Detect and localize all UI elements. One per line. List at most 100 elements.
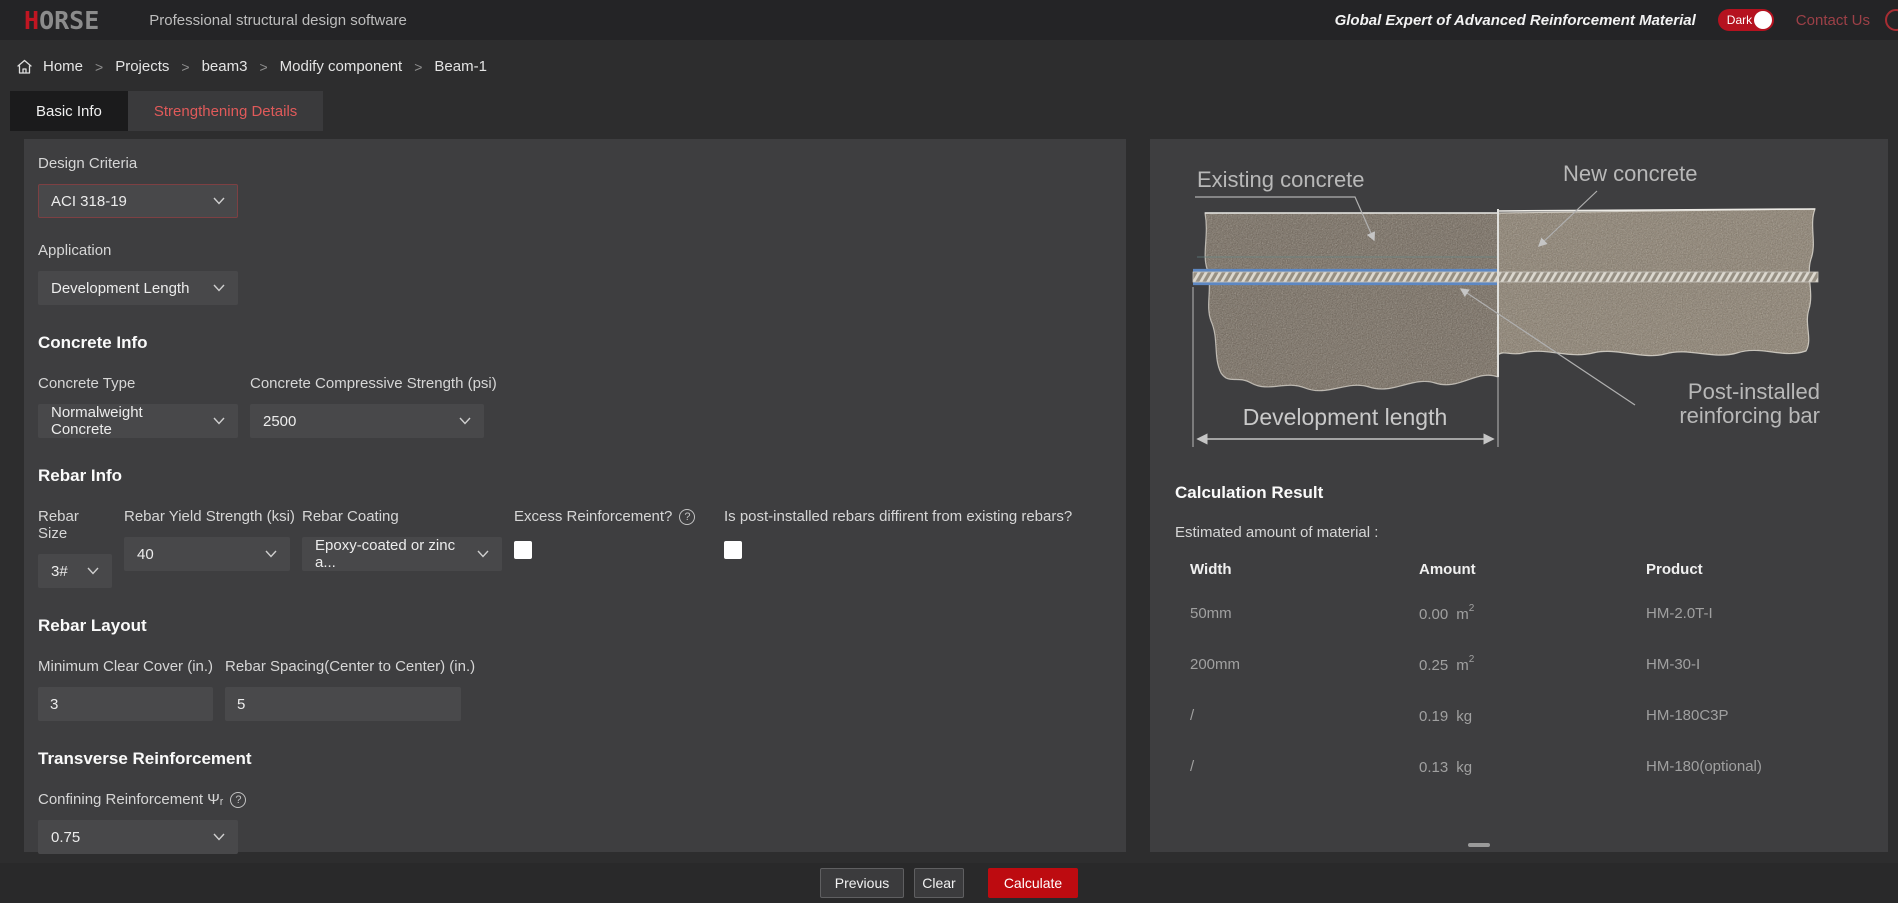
rebar-layout-heading: Rebar Layout [38,616,1106,636]
post-installed-label: Is post-installed rebars diffirent from … [724,508,1072,525]
clear-cover-field: Minimum Clear Cover (in.) [38,658,213,721]
breadcrumb-separator: > [414,59,422,75]
dark-mode-toggle[interactable]: Dark [1718,9,1774,31]
result-table-header: Width Amount Product [1175,561,1888,578]
app-header: HORSE Professional structural design sof… [0,0,1898,40]
rebar-size-value: 3# [51,563,68,580]
chevron-down-icon [213,197,225,205]
chevron-down-icon [459,417,471,425]
rebar-spacing-label: Rebar Spacing(Center to Center) (in.) [225,658,461,675]
breadcrumb-separator: > [181,59,189,75]
design-criteria-value: ACI 318-19 [51,193,127,210]
existing-concrete-block [1195,202,1505,402]
post-installed-checkbox[interactable] [724,541,742,559]
rebar-coating-label: Rebar Coating [302,508,502,525]
cell-width: / [1190,758,1419,775]
logo-gray-letters: ORSE [39,6,99,35]
tab-strengthening-details[interactable]: Strengthening Details [128,91,323,131]
existing-concrete-label: Existing concrete [1197,167,1365,192]
calculate-button[interactable]: Calculate [988,868,1078,898]
cell-width: 50mm [1190,605,1419,622]
chevron-down-icon [87,567,99,575]
excess-reinforcement-checkbox[interactable] [514,541,532,559]
concrete-info-heading: Concrete Info [38,333,1106,353]
cell-amount: 0.19kg [1419,707,1646,725]
breadcrumb-projects[interactable]: Projects [115,58,169,75]
cell-amount: 0.13kg [1419,758,1646,776]
rebar-coating-field: Rebar Coating Epoxy-coated or zinc a... [302,508,502,588]
clear-cover-label: Minimum Clear Cover (in.) [38,658,213,675]
previous-button[interactable]: Previous [820,868,904,898]
reinforcing-bar [1193,272,1818,282]
application-select[interactable]: Development Length [38,271,238,305]
rebar-yield-select[interactable]: 40 [124,537,290,571]
home-icon[interactable] [16,59,33,75]
concrete-type-label: Concrete Type [38,375,238,392]
result-panel: Development length Existing concrete New… [1150,139,1888,852]
rebar-size-label: Rebar Size [38,508,112,542]
cell-width: 200mm [1190,656,1419,673]
breadcrumb: Home > Projects > beam3 > Modify compone… [0,40,1898,85]
rebar-spacing-input[interactable] [225,687,461,721]
brand-tagline: Global Expert of Advanced Reinforcement … [1335,12,1696,29]
chevron-down-icon [213,833,225,841]
concrete-type-value: Normalweight Concrete [51,404,205,438]
contact-us-link[interactable]: Contact Us [1796,12,1870,29]
tab-bar: Basic Info Strengthening Details [10,91,1898,131]
calculation-result-heading: Calculation Result [1175,483,1888,503]
breadcrumb-home[interactable]: Home [43,58,83,75]
rebar-coating-select[interactable]: Epoxy-coated or zinc a... [302,537,502,571]
horizontal-scrollbar-thumb[interactable] [1468,843,1490,847]
design-criteria-select[interactable]: ACI 318-19 [38,184,238,218]
clear-button[interactable]: Clear [914,868,964,898]
application-label: Application [38,242,1106,259]
tab-basic-info[interactable]: Basic Info [10,91,128,131]
post-installed-label-line1: Post-installed [1688,379,1820,404]
concrete-strength-select[interactable]: 2500 [250,404,484,438]
concrete-strength-value: 2500 [263,413,296,430]
excess-reinforcement-field: Excess Reinforcement? ? [514,508,712,588]
new-concrete-label: New concrete [1563,161,1698,186]
help-icon[interactable]: ? [679,509,695,525]
action-footer: Previous Clear Calculate [0,863,1898,903]
cell-amount: 0.25m2 [1419,656,1646,674]
table-row: 50mm 0.00m2 HM-2.0T-I [1175,588,1888,639]
post-installed-field: Is post-installed rebars diffirent from … [724,508,1072,588]
clear-cover-input[interactable] [38,687,213,721]
table-row: / 0.19kg HM-180C3P [1175,690,1888,741]
design-criteria-label: Design Criteria [38,155,1106,172]
confining-reinforcement-value: 0.75 [51,829,80,846]
app-subtitle: Professional structural design software [149,12,407,29]
post-installed-label-line2: reinforcing bar [1679,403,1820,428]
rebar-info-heading: Rebar Info [38,466,1106,486]
cell-product: HM-180(optional) [1646,758,1888,775]
toggle-knob-icon [1754,11,1772,29]
logo-red-letter: H [24,6,39,35]
cell-product: HM-180C3P [1646,707,1888,724]
breadcrumb-beam3[interactable]: beam3 [202,58,248,75]
rebar-size-field: Rebar Size 3# [38,508,112,588]
table-row: / 0.13kg HM-180(optional) [1175,741,1888,792]
rebar-spacing-field: Rebar Spacing(Center to Center) (in.) [225,658,461,721]
col-amount: Amount [1419,561,1646,578]
development-length-diagram: Development length Existing concrete New… [1165,147,1855,462]
breadcrumb-modify-component[interactable]: Modify component [280,58,403,75]
confining-reinforcement-field: Confining Reinforcement Ψᵣ ? 0.75 [38,791,1106,854]
rebar-yield-label: Rebar Yield Strength (ksi) [124,508,290,525]
application-value: Development Length [51,280,189,297]
cell-product: HM-30-I [1646,656,1888,673]
col-product: Product [1646,561,1888,578]
confining-reinforcement-select[interactable]: 0.75 [38,820,238,854]
table-row: 200mm 0.25m2 HM-30-I [1175,639,1888,690]
rebar-coating-value: Epoxy-coated or zinc a... [315,537,469,571]
excess-reinforcement-label: Excess Reinforcement? [514,508,672,525]
concrete-type-select[interactable]: Normalweight Concrete [38,404,238,438]
application-field: Application Development Length [38,242,1106,305]
breadcrumb-beam-1[interactable]: Beam-1 [434,58,487,75]
help-icon[interactable]: ? [230,792,246,808]
col-width: Width [1190,561,1419,578]
horse-logo[interactable]: HORSE [24,8,99,33]
rebar-size-select[interactable]: 3# [38,554,112,588]
breadcrumb-separator: > [95,59,103,75]
development-length-label: Development length [1243,404,1448,430]
